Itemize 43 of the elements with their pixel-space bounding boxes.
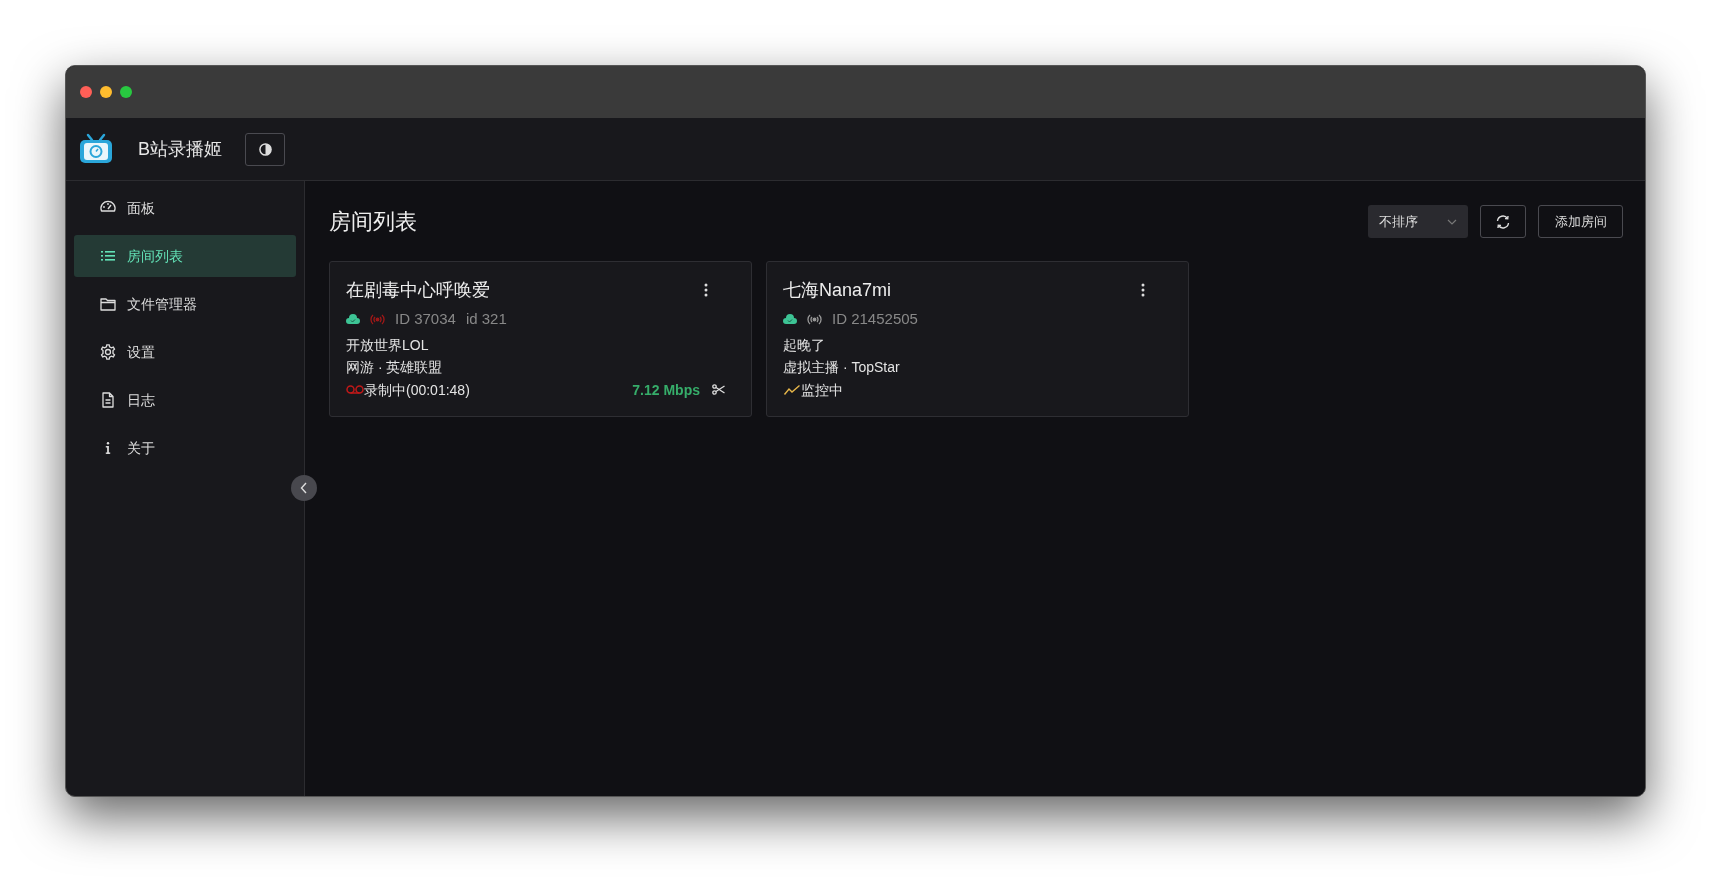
settings-icon	[99, 343, 117, 361]
status-text: 录制中(00:01:48)	[364, 380, 470, 400]
room-id: ID 21452505	[832, 309, 918, 329]
sidebar-item[interactable]: 关于	[74, 427, 296, 469]
close-button[interactable]	[80, 86, 92, 98]
room-id: ID 37034	[395, 309, 456, 329]
room-title: 开放世界LOL	[346, 335, 429, 355]
chevron-down-icon	[1447, 218, 1457, 225]
refresh-icon	[1495, 213, 1511, 230]
chevron-left-icon	[300, 482, 308, 494]
sidebar-item[interactable]: 房间列表	[74, 235, 296, 277]
room-area: 网游 · 英雄联盟	[346, 355, 443, 378]
room-name: 在剧毒中心呼唤爱	[346, 279, 490, 302]
sidebar-item[interactable]: 日志	[74, 379, 296, 421]
folder-icon	[99, 295, 117, 313]
add-room-button[interactable]: 添加房间	[1538, 205, 1623, 238]
info-icon	[105, 442, 111, 454]
collapse-button[interactable]	[291, 475, 317, 501]
sidebar-item[interactable]: 文件管理器	[74, 283, 296, 325]
room-title: 起晚了	[783, 335, 825, 355]
scissors-icon	[712, 384, 725, 395]
cut-button[interactable]	[712, 384, 725, 395]
room-name: 七海Nana7mi	[783, 279, 892, 302]
status-text: 监控中	[801, 380, 843, 400]
sidebar-item[interactable]: 设置	[74, 331, 296, 373]
page-heading: 房间列表	[329, 208, 417, 236]
more-vertical-icon	[1141, 283, 1145, 297]
refresh-button[interactable]	[1480, 205, 1526, 238]
cloud-check-icon	[346, 314, 360, 325]
tv-logo-icon	[79, 133, 113, 165]
cloud-check-icon	[783, 314, 797, 325]
minimize-button[interactable]	[100, 86, 112, 98]
document-icon	[99, 391, 117, 409]
theme-toggle-button[interactable]	[245, 132, 285, 166]
more-vertical-icon	[704, 283, 708, 297]
room-id: id 321	[465, 309, 507, 329]
app-title: B站录播姬	[138, 137, 222, 161]
maximize-button[interactable]	[120, 86, 132, 98]
room-area: 虚拟主播 · TopStar	[783, 355, 900, 378]
sidebar-item[interactable]: 面板	[74, 187, 296, 229]
contrast-icon	[258, 142, 272, 156]
sort-dropdown[interactable]: 不排序	[1368, 205, 1468, 238]
bitrate: 7.12 Mbps	[632, 380, 700, 400]
